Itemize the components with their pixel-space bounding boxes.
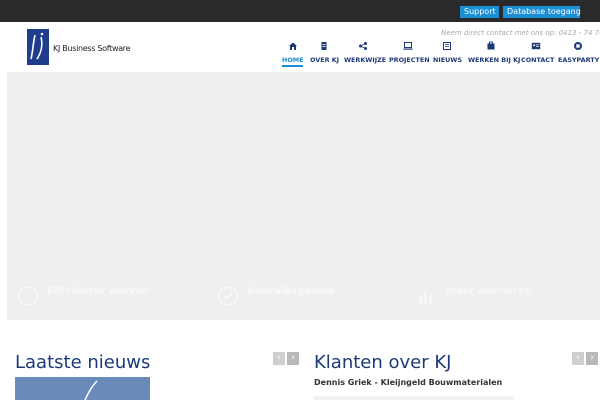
nav-item-werkwijze[interactable]: WERKWIJZE (344, 39, 387, 67)
feature-overzicht[interactable]: Meer overzicht (417, 284, 597, 314)
testimonial-text-placeholder (314, 396, 514, 400)
news-section-title: Laatste nieuws (15, 352, 151, 373)
check-icon (218, 286, 238, 306)
feature-title: Gebruiksgemak (247, 286, 335, 297)
nav-item-over-kj[interactable]: OVER KJ (310, 39, 340, 67)
nav-item-label: WERKWIJZE (344, 56, 387, 64)
news-prev-button[interactable]: ‹ (273, 352, 285, 365)
nav-item-label: PROJECTEN (389, 56, 430, 64)
testimonial-author: Dennis Griek - Kleijngeld Bouwmaterialen (314, 378, 503, 387)
nav-item-contact[interactable]: CONTACT (521, 39, 555, 67)
nav-item-label: NIEUWS (433, 56, 462, 64)
share-icon (359, 42, 367, 50)
nav-item-home[interactable]: HOME (282, 39, 304, 67)
chart-icon (417, 286, 437, 306)
nav-item-label: EASYPARTY (558, 56, 600, 64)
people-icon (487, 41, 495, 50)
main-navigation: HOME OVER KJ WERKWIJZE PROJECTEN NIEUWS … (0, 39, 600, 69)
nav-item-easyparty[interactable]: EASYPARTY (558, 39, 600, 67)
support-button[interactable]: Support (460, 6, 499, 18)
database-access-button[interactable]: Database toegang (503, 6, 581, 18)
nav-item-label: WERKEN BIJ KJ (468, 56, 521, 64)
nav-item-werken-bij-kj[interactable]: WERKEN BIJ KJ (468, 39, 521, 67)
feature-gebruiksgemak[interactable]: Gebruiksgemak (218, 284, 398, 314)
clients-prev-button[interactable]: ‹ (572, 352, 584, 365)
clients-section-title: Klanten over KJ (314, 352, 452, 373)
nav-item-label: HOME (282, 56, 304, 64)
nav-item-projecten[interactable]: PROJECTEN (389, 39, 430, 67)
top-bar: Support Database toegang (0, 0, 600, 22)
contact-card-icon (531, 42, 541, 50)
nav-item-label: CONTACT (521, 56, 555, 64)
document-icon (321, 42, 326, 50)
nav-item-nieuws[interactable]: NIEUWS (433, 39, 462, 67)
feature-title: Meer overzicht (446, 286, 531, 297)
speed-icon (18, 286, 38, 306)
contact-phone-line: Neem direct contact met ons op: 0413 - 7… (441, 29, 600, 37)
feature-title: Efficiënter werken (47, 286, 150, 297)
clients-next-button[interactable]: › (586, 352, 598, 365)
hero-banner: Efficiënter werken Gebruiksgemak Meer ov… (7, 72, 600, 320)
news-thumbnail[interactable] (15, 377, 150, 400)
site-header: KJ Business Software Neem direct contact… (0, 22, 600, 72)
news-next-button[interactable]: › (287, 352, 299, 365)
news-icon (442, 42, 451, 50)
monitor-icon (403, 42, 412, 50)
easyparty-icon (574, 42, 582, 50)
feature-efficient[interactable]: Efficiënter werken (18, 284, 198, 314)
nav-item-label: OVER KJ (310, 56, 340, 64)
home-icon (288, 42, 297, 50)
